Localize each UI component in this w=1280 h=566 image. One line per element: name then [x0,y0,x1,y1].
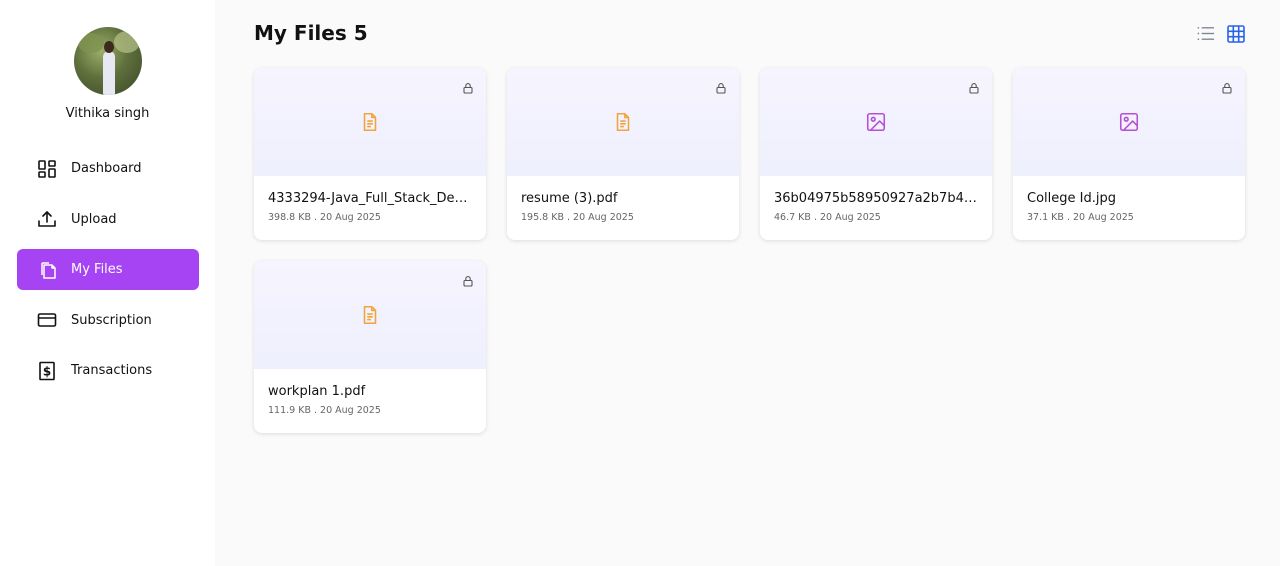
sidebar-item-my-files[interactable]: My Files [17,249,199,290]
file-thumbnail [1013,68,1245,176]
file-card[interactable]: College Id.jpg 37.1 KB . 20 Aug 2025 [1013,68,1245,240]
sidebar-item-label: Dashboard [71,161,142,176]
file-meta: 195.8 KB . 20 Aug 2025 [521,212,634,223]
file-meta: 111.9 KB . 20 Aug 2025 [268,405,381,416]
lock-icon[interactable] [462,79,474,94]
file-name: resume (3).pdf [521,191,618,206]
lock-icon[interactable] [968,79,980,94]
sidebar-item-subscription[interactable]: Subscription [17,300,199,341]
files-grid: 4333294-Java_Full_Stack_Developer.pdf 398… [254,68,1245,433]
upload-icon [37,209,57,229]
file-thumbnail [254,261,486,369]
sidebar-item-transactions[interactable]: $ Transactions [17,350,199,391]
dashboard-icon [37,159,57,179]
avatar[interactable] [74,27,142,95]
file-card[interactable]: resume (3).pdf 195.8 KB . 20 Aug 2025 [507,68,739,240]
page-title: My Files 5 [254,21,368,45]
sidebar-item-upload[interactable]: Upload [17,199,199,240]
dollar-receipt-icon: $ [37,361,57,381]
app: Vithika singh Dashboard Upload My Files Sub… [0,0,1280,566]
svg-text:$: $ [43,364,51,378]
files-icon [37,260,57,280]
sidebar-item-label: Transactions [71,363,153,378]
card-icon [37,310,57,330]
image-file-icon [1118,111,1140,133]
sidebar-item-dashboard[interactable]: Dashboard [17,148,199,189]
file-card[interactable]: workplan 1.pdf 111.9 KB . 20 Aug 2025 [254,261,486,433]
document-file-icon [612,111,634,133]
grid-icon [1226,24,1245,43]
file-card[interactable]: 36b04975b58950927a2b7b4937e1.jpg 46.7 KB … [760,68,992,240]
file-thumbnail [760,68,992,176]
view-toggle [1196,24,1245,43]
document-file-icon [359,304,381,326]
sidebar-nav: Dashboard Upload My Files Subscription $ Tran… [17,148,199,401]
file-name: 4333294-Java_Full_Stack_Developer.pdf [268,191,472,206]
main-content: My Files 5 4333294-Java_Full_Stack_Devel… [215,0,1280,566]
document-file-icon [359,111,381,133]
lock-icon[interactable] [462,272,474,287]
sidebar-item-label: Subscription [71,312,152,328]
sidebar-item-label: My Files [71,262,123,277]
file-meta: 398.8 KB . 20 Aug 2025 [268,212,381,223]
user-name: Vithika singh [65,106,150,121]
file-thumbnail [507,68,739,176]
file-meta: 46.7 KB . 20 Aug 2025 [774,212,881,223]
file-name: College Id.jpg [1027,191,1116,206]
file-thumbnail [254,68,486,176]
sidebar: Vithika singh Dashboard Upload My Files Sub… [0,0,215,566]
lock-icon[interactable] [1221,79,1233,94]
file-meta: 37.1 KB . 20 Aug 2025 [1027,212,1134,223]
file-name: 36b04975b58950927a2b7b4937e1.jpg [774,191,978,206]
file-name: workplan 1.pdf [268,384,366,399]
file-card[interactable]: 4333294-Java_Full_Stack_Developer.pdf 398… [254,68,486,240]
sidebar-item-label: Upload [71,211,117,227]
image-file-icon [865,111,887,133]
grid-view-button[interactable] [1226,24,1245,43]
list-icon [1197,26,1215,41]
list-view-button[interactable] [1196,24,1215,43]
lock-icon[interactable] [715,79,727,94]
